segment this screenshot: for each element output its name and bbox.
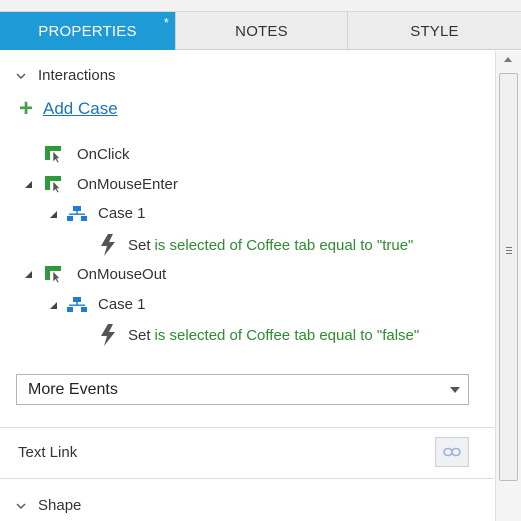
case-row[interactable]: Case 1 <box>47 205 146 222</box>
action-detail: is selected of Coffee tab equal to "fals… <box>154 326 420 344</box>
vertical-scrollbar[interactable] <box>495 51 521 521</box>
plus-icon: + <box>18 95 33 122</box>
interactions-header[interactable]: Interactions <box>16 67 116 84</box>
event-name: OnMouseEnter <box>77 175 178 193</box>
unsaved-marker: * <box>163 15 169 30</box>
event-onclick[interactable]: OnClick <box>45 145 130 163</box>
expanded-triangle-icon[interactable] <box>22 268 34 280</box>
event-cursor-icon <box>45 266 61 283</box>
case-flow-icon <box>67 205 87 221</box>
tab-notes[interactable]: NOTES <box>176 12 348 50</box>
panel-tabs: PROPERTIES * NOTES STYLE <box>0 12 521 50</box>
event-onmouseout[interactable]: OnMouseOut <box>22 265 166 283</box>
case-name: Case 1 <box>98 296 146 313</box>
case-name: Case 1 <box>98 205 146 222</box>
grip-line <box>506 253 512 254</box>
scrollbar-thumb[interactable] <box>499 73 518 481</box>
action-verb: Set <box>128 326 151 344</box>
event-cursor-icon <box>45 176 61 193</box>
event-cursor-icon <box>45 146 61 163</box>
expanded-triangle-icon[interactable] <box>47 299 59 311</box>
grip-line <box>506 250 512 251</box>
tab-style-label: STYLE <box>410 22 459 40</box>
interactions-title: Interactions <box>38 67 116 84</box>
more-events-value: More Events <box>28 380 118 398</box>
expanded-triangle-icon[interactable] <box>47 208 59 220</box>
action-detail: is selected of Coffee tab equal to "true… <box>154 236 414 254</box>
chevron-down-icon <box>16 503 26 509</box>
lightning-bolt-icon <box>101 234 115 256</box>
text-link-button[interactable] <box>435 437 469 467</box>
case-flow-icon <box>67 296 87 312</box>
shape-title: Shape <box>38 497 82 514</box>
event-onmouseenter[interactable]: OnMouseEnter <box>22 175 178 193</box>
shape-header[interactable]: Shape <box>16 497 81 514</box>
event-name: OnMouseOut <box>77 265 167 283</box>
action-row[interactable]: Set is selected of Coffee tab equal to "… <box>99 324 419 346</box>
scroll-up-arrow-icon[interactable] <box>504 57 512 62</box>
tab-style[interactable]: STYLE <box>348 12 521 50</box>
add-case-link[interactable]: Add Case <box>43 99 118 119</box>
link-icon <box>443 447 461 457</box>
case-row[interactable]: Case 1 <box>47 296 146 313</box>
tab-properties-label: PROPERTIES <box>38 22 137 40</box>
lightning-bolt-icon <box>101 324 115 346</box>
chevron-down-icon <box>16 73 26 79</box>
grip-line <box>506 247 512 248</box>
event-name: OnClick <box>77 145 130 163</box>
text-link-label: Text Link <box>18 444 78 461</box>
dropdown-caret-icon <box>450 387 460 393</box>
action-row[interactable]: Set is selected of Coffee tab equal to "… <box>99 234 413 256</box>
section-divider <box>0 427 494 428</box>
tab-properties[interactable]: PROPERTIES * <box>0 12 176 50</box>
more-events-dropdown[interactable]: More Events <box>16 374 469 405</box>
tab-notes-label: NOTES <box>235 22 288 40</box>
add-case-button[interactable]: + Add Case <box>18 95 118 122</box>
action-verb: Set <box>128 236 151 254</box>
expanded-triangle-icon[interactable] <box>22 178 34 190</box>
top-strip <box>0 0 521 12</box>
section-divider <box>0 478 494 479</box>
